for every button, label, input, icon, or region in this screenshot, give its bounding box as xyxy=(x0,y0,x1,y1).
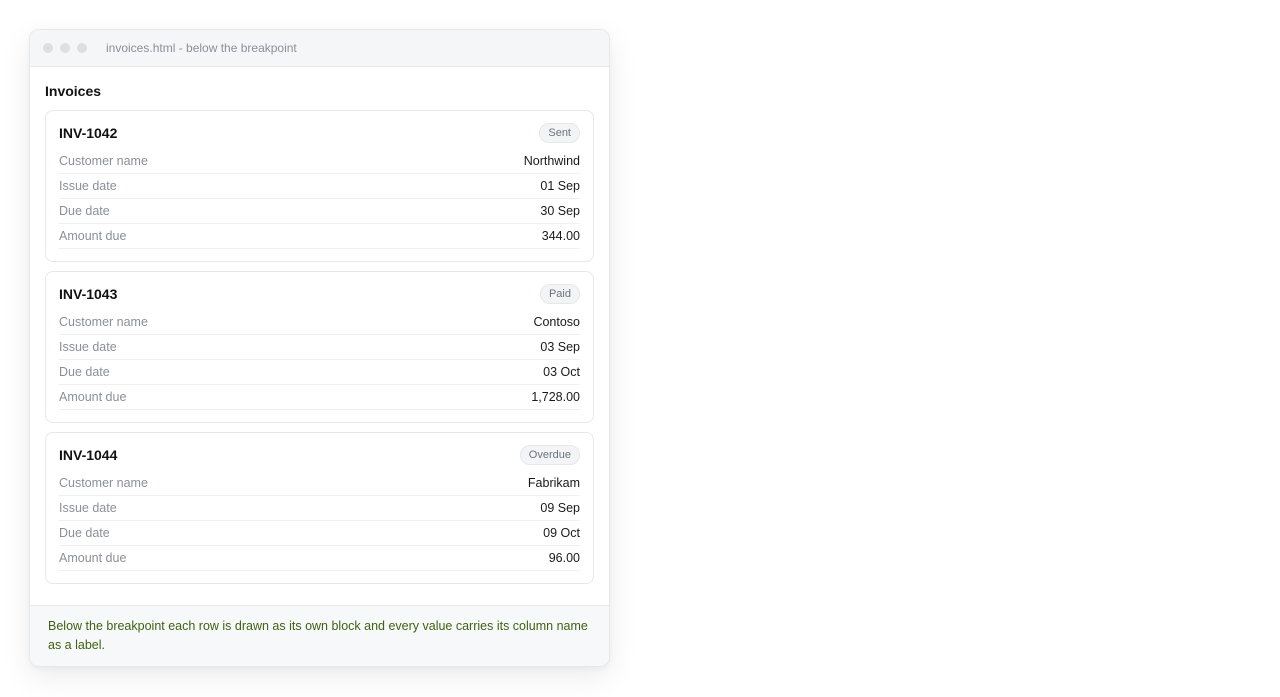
field-value: 03 Sep xyxy=(540,340,580,354)
invoice-id: INV-1042 xyxy=(59,125,118,141)
window-close-dot[interactable] xyxy=(43,43,53,53)
field-label: Due date xyxy=(59,365,110,379)
field-label: Amount due xyxy=(59,551,127,565)
status-badge: Overdue xyxy=(519,445,580,465)
invoice-row-amount: Amount due 1,728.00 xyxy=(59,385,580,410)
window-maximize-dot[interactable] xyxy=(77,43,87,53)
window-title: invoices.html - below the breakpoint xyxy=(106,41,297,55)
field-label: Issue date xyxy=(59,340,117,354)
invoice-row-due-date: Due date 30 Sep xyxy=(59,199,580,224)
window-minimize-dot[interactable] xyxy=(60,43,70,53)
field-value: Northwind xyxy=(523,154,580,168)
invoice-row-customer: Customer name Northwind xyxy=(59,149,580,174)
invoice-row-due-date: Due date 09 Oct xyxy=(59,521,580,546)
field-label: Issue date xyxy=(59,179,117,193)
window-titlebar: invoices.html - below the breakpoint xyxy=(30,30,609,67)
field-value: 03 Oct xyxy=(543,365,580,379)
breakpoint-note: Below the breakpoint each row is drawn a… xyxy=(30,605,609,666)
field-value: 09 Sep xyxy=(540,501,580,515)
field-value: 344.00 xyxy=(541,229,580,243)
invoice-row-issue-date: Issue date 09 Sep xyxy=(59,496,580,521)
status-badge: Sent xyxy=(539,123,580,143)
invoice-card: INV-1042 Sent Customer name Northwind Iss… xyxy=(45,110,594,262)
field-label: Amount due xyxy=(59,390,127,404)
invoice-row-customer: Customer name Fabrikam xyxy=(59,471,580,496)
field-value: 30 Sep xyxy=(540,204,580,218)
field-value: 01 Sep xyxy=(540,179,580,193)
page-content: Invoices INV-1042 Sent Customer name Nort… xyxy=(30,67,609,584)
field-label: Customer name xyxy=(59,476,148,490)
invoice-row-issue-date: Issue date 01 Sep xyxy=(59,174,580,199)
invoice-card-header: INV-1042 Sent xyxy=(59,122,580,144)
invoice-card-header: INV-1043 Paid xyxy=(59,283,580,305)
field-value: 1,728.00 xyxy=(531,390,580,404)
invoice-id: INV-1044 xyxy=(59,447,118,463)
field-label: Amount due xyxy=(59,229,127,243)
field-value: 09 Oct xyxy=(543,526,580,540)
field-value: 96.00 xyxy=(548,551,580,565)
page-title: Invoices xyxy=(45,83,102,99)
invoice-row-issue-date: Issue date 03 Sep xyxy=(59,335,580,360)
invoice-row-amount: Amount due 96.00 xyxy=(59,546,580,571)
invoice-row-due-date: Due date 03 Oct xyxy=(59,360,580,385)
invoice-row-amount: Amount due 344.00 xyxy=(59,224,580,249)
invoice-card: INV-1043 Paid Customer name Contoso Issue… xyxy=(45,271,594,423)
field-value: Fabrikam xyxy=(527,476,580,490)
field-label: Issue date xyxy=(59,501,117,515)
field-value: Contoso xyxy=(533,315,580,329)
invoice-card: INV-1044 Overdue Customer name Fabrikam I… xyxy=(45,432,594,584)
field-label: Customer name xyxy=(59,154,148,168)
invoice-card-header: INV-1044 Overdue xyxy=(59,444,580,466)
invoice-id: INV-1043 xyxy=(59,286,118,302)
browser-window: invoices.html - below the breakpoint Inv… xyxy=(29,29,610,667)
status-badge: Paid xyxy=(539,284,580,304)
field-label: Due date xyxy=(59,526,110,540)
invoice-row-customer: Customer name Contoso xyxy=(59,310,580,335)
field-label: Customer name xyxy=(59,315,148,329)
field-label: Due date xyxy=(59,204,110,218)
